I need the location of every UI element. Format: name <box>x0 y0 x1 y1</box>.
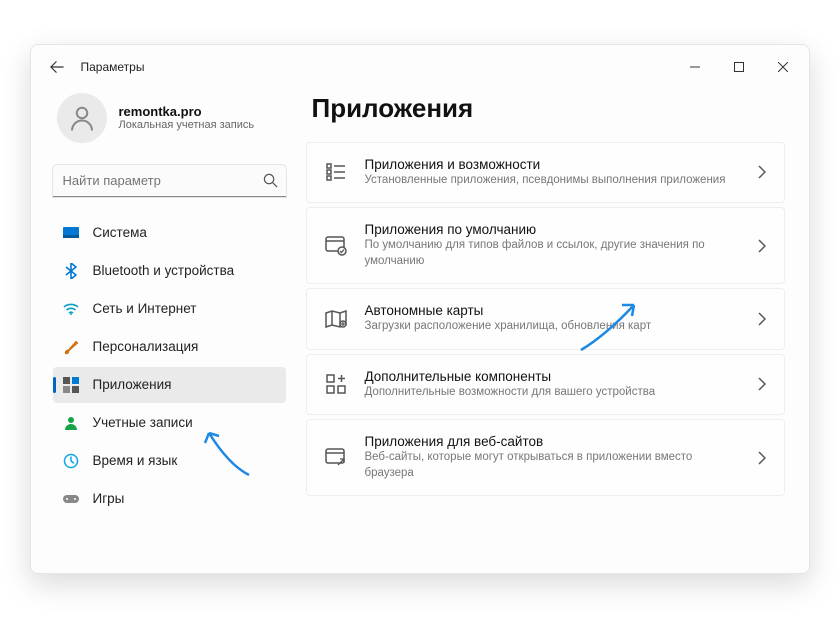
display-icon <box>63 225 79 241</box>
chevron-right-icon <box>758 377 766 391</box>
close-icon <box>778 62 788 72</box>
sidebar-item-label: Игры <box>93 491 125 506</box>
card-title: Автономные карты <box>365 303 740 318</box>
sidebar-item-label: Приложения <box>93 377 172 392</box>
person-icon <box>67 103 97 133</box>
window-check-icon <box>325 235 347 257</box>
titlebar: Параметры <box>31 45 809 89</box>
avatar <box>57 93 107 143</box>
main-content: Приложения Приложения и возможности Уста… <box>296 89 809 573</box>
maximize-button[interactable] <box>717 52 761 82</box>
close-button[interactable] <box>761 52 805 82</box>
card-sub: По умолчанию для типов файлов и ссылок, … <box>365 238 740 269</box>
card-title: Дополнительные компоненты <box>365 369 740 384</box>
list-icon <box>325 161 347 183</box>
sidebar-item-system[interactable]: Система <box>53 215 286 251</box>
profile-block[interactable]: remontka.pro Локальная учетная запись <box>53 93 286 143</box>
card-optional-features[interactable]: Дополнительные компоненты Дополнительные… <box>306 354 785 416</box>
profile-name: remontka.pro <box>119 104 255 119</box>
sidebar-item-network[interactable]: Сеть и Интернет <box>53 291 286 327</box>
search-icon <box>263 173 278 188</box>
maximize-icon <box>734 62 744 72</box>
card-default-apps[interactable]: Приложения по умолчанию По умолчанию для… <box>306 207 785 284</box>
brush-icon <box>63 339 79 355</box>
arrow-left-icon <box>50 60 64 74</box>
window-link-icon <box>325 447 347 469</box>
minimize-icon <box>690 62 700 72</box>
window-title: Параметры <box>81 60 145 74</box>
nav-list: Система Bluetooth и устройства Сеть и Ин… <box>53 215 286 517</box>
chevron-right-icon <box>758 165 766 179</box>
sidebar-item-label: Учетные записи <box>93 415 193 430</box>
sidebar-item-bluetooth[interactable]: Bluetooth и устройства <box>53 253 286 289</box>
sidebar-item-label: Система <box>93 225 147 240</box>
sidebar-item-label: Время и язык <box>93 453 178 468</box>
sidebar: remontka.pro Локальная учетная запись Си… <box>31 89 296 573</box>
card-offline-maps[interactable]: Автономные карты Загрузки расположение х… <box>306 288 785 350</box>
sidebar-item-gaming[interactable]: Игры <box>53 481 286 517</box>
back-button[interactable] <box>49 59 65 75</box>
card-title: Приложения и возможности <box>365 157 740 172</box>
grid-plus-icon <box>325 373 347 395</box>
sidebar-item-label: Сеть и Интернет <box>93 301 197 316</box>
sidebar-item-label: Персонализация <box>93 339 199 354</box>
account-icon <box>63 415 79 431</box>
wifi-icon <box>63 301 79 317</box>
sidebar-item-time[interactable]: Время и язык <box>53 443 286 479</box>
map-icon <box>325 308 347 330</box>
chevron-right-icon <box>758 239 766 253</box>
card-sub: Загрузки расположение хранилища, обновле… <box>365 319 740 335</box>
card-sub: Установленные приложения, псевдонимы вып… <box>365 173 740 189</box>
sidebar-item-apps[interactable]: Приложения <box>53 367 286 403</box>
card-sub: Дополнительные возможности для вашего ус… <box>365 385 740 401</box>
minimize-button[interactable] <box>673 52 717 82</box>
card-apps-for-websites[interactable]: Приложения для веб-сайтов Веб-сайты, кот… <box>306 419 785 496</box>
clock-icon <box>63 453 79 469</box>
search-box <box>53 165 286 197</box>
apps-icon <box>63 377 79 393</box>
profile-sub: Локальная учетная запись <box>119 119 255 131</box>
chevron-right-icon <box>758 312 766 326</box>
gamepad-icon <box>63 491 79 507</box>
page-title: Приложения <box>312 93 785 124</box>
search-input[interactable] <box>53 165 286 197</box>
card-title: Приложения для веб-сайтов <box>365 434 740 449</box>
card-apps-features[interactable]: Приложения и возможности Установленные п… <box>306 142 785 204</box>
sidebar-item-personalization[interactable]: Персонализация <box>53 329 286 365</box>
sidebar-item-accounts[interactable]: Учетные записи <box>53 405 286 441</box>
card-title: Приложения по умолчанию <box>365 222 740 237</box>
card-sub: Веб-сайты, которые могут открываться в п… <box>365 450 740 481</box>
bluetooth-icon <box>63 263 79 279</box>
chevron-right-icon <box>758 451 766 465</box>
sidebar-item-label: Bluetooth и устройства <box>93 263 235 278</box>
settings-window: Параметры remontka.pro Локальная учетная… <box>30 44 810 574</box>
